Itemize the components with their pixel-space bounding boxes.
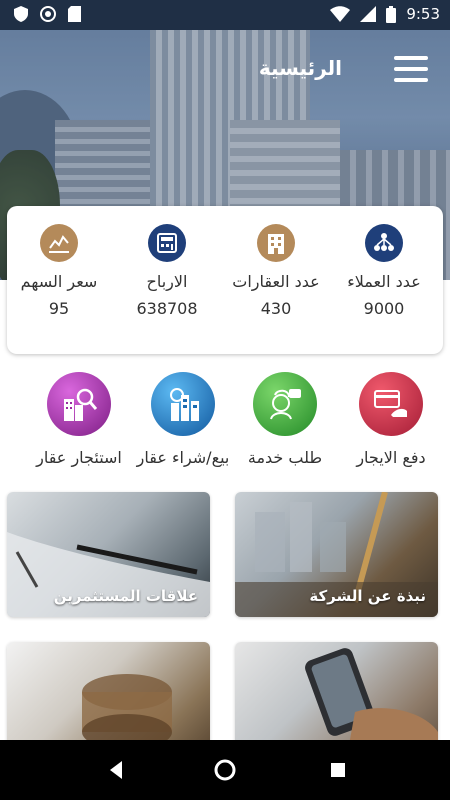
sd-card-icon: [68, 6, 81, 22]
service-label: طلب خدمة: [247, 448, 323, 467]
stat-value: 638708: [136, 299, 198, 318]
about-company-tile[interactable]: نبذة عن الشركة: [235, 492, 438, 617]
support-agent-icon: [253, 372, 317, 436]
service-label: دفع الايجار: [356, 448, 426, 467]
stats-card: عدد العملاء 9000 عدد العقارات 430 الاربا…: [7, 206, 443, 354]
recents-icon[interactable]: [326, 758, 350, 782]
chart-icon: [40, 224, 78, 262]
signal-icon: [360, 6, 377, 22]
search-building-icon: [47, 372, 111, 436]
buildings-money-icon: [151, 372, 215, 436]
stat-clients: عدد العملاء 9000: [331, 224, 437, 318]
stat-label: عدد العقارات: [232, 272, 320, 291]
service-label: استئجار عقار: [36, 448, 122, 467]
stat-share-price: سعر السهم 95: [6, 224, 112, 318]
buy-sell-property-button[interactable]: بيع/شراء عقار: [128, 372, 238, 467]
calculator-icon: [148, 224, 186, 262]
globe-icon: [40, 6, 56, 22]
page-title: الرئيسية: [258, 56, 342, 80]
investor-relations-tile[interactable]: علاقات المستثمرين: [7, 492, 210, 617]
tile-label: نبذة عن الشركة: [309, 587, 426, 605]
card-payment-icon: [359, 372, 423, 436]
building-icon: [257, 224, 295, 262]
status-bar: 9:53: [0, 0, 450, 30]
stat-value: 430: [260, 299, 292, 318]
home-icon[interactable]: [213, 758, 237, 782]
stat-properties: عدد العقارات 430: [223, 224, 329, 318]
stat-profits: الارباح 638708: [114, 224, 220, 318]
pay-rent-button[interactable]: دفع الايجار: [336, 372, 446, 467]
stat-label: الارباح: [146, 272, 188, 291]
hamburger-menu-icon[interactable]: [394, 56, 428, 82]
status-time: 9:53: [406, 5, 440, 23]
service-request-button[interactable]: طلب خدمة: [230, 372, 340, 467]
system-nav-bar: [0, 740, 450, 800]
stat-label: عدد العملاء: [347, 272, 421, 291]
rent-property-button[interactable]: استئجار عقار: [24, 372, 134, 467]
shield-icon: [14, 6, 28, 22]
service-label: بيع/شراء عقار: [136, 448, 230, 467]
wifi-icon: [330, 6, 351, 22]
tile-label: علاقات المستثمرين: [53, 587, 198, 605]
stat-value: 9000: [363, 299, 405, 318]
stat-label: سعر السهم: [20, 272, 98, 291]
battery-icon: [386, 5, 397, 23]
network-icon: [365, 224, 403, 262]
back-icon[interactable]: [104, 758, 128, 782]
stat-value: 95: [48, 299, 70, 318]
